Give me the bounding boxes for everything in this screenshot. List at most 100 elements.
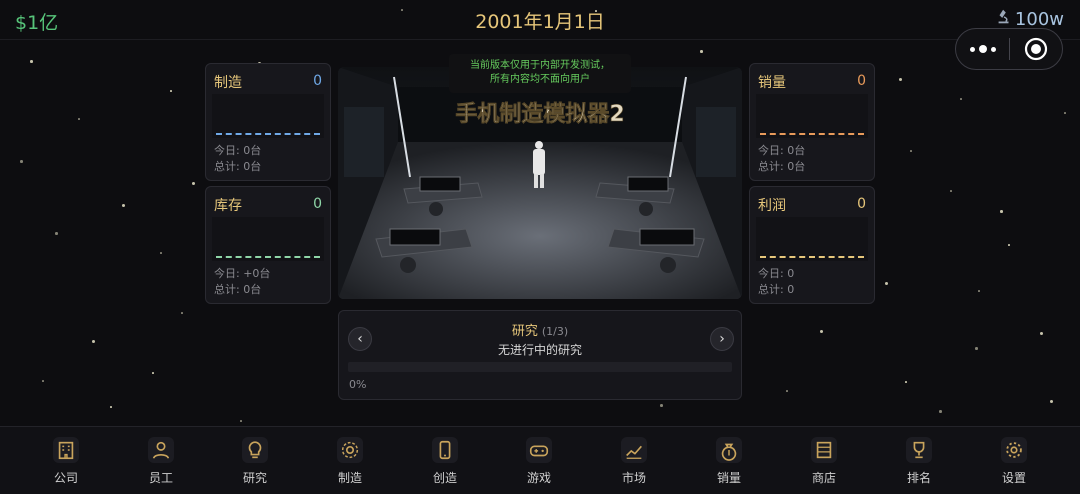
- star: [1008, 244, 1010, 246]
- nav-label: 商店: [811, 471, 836, 485]
- nav-store[interactable]: 商店: [777, 427, 871, 494]
- star: [181, 312, 183, 314]
- nav-create[interactable]: 创造: [398, 427, 492, 494]
- nav-settings[interactable]: 设置: [967, 427, 1061, 494]
- star: [910, 150, 912, 152]
- research-panel: ‹ 研究 (1/3) 无进行中的研究 › 0%: [338, 310, 742, 400]
- star: [20, 160, 23, 163]
- card-title: 制造: [214, 75, 242, 91]
- star: [1000, 210, 1003, 213]
- top-status-bar: $1亿 2001年1月1日 100w: [0, 0, 1080, 40]
- star: [92, 340, 95, 343]
- research-title-row: 研究 (1/3): [339, 320, 741, 339]
- card-total: 总计: 0台: [758, 160, 806, 173]
- person-icon: [148, 437, 174, 463]
- research-next-button[interactable]: ›: [710, 327, 734, 351]
- star: [1040, 332, 1043, 335]
- star: [42, 380, 44, 382]
- nav-label: 市场: [621, 471, 646, 485]
- research-progress-label: 0%: [349, 378, 367, 391]
- nav-company[interactable]: 公司: [19, 427, 113, 494]
- card-value: 0: [313, 73, 322, 89]
- star: [170, 90, 172, 92]
- store-icon: [811, 437, 837, 463]
- research-progress-bar: [348, 362, 732, 372]
- bottom-navigation: 公司 员工 研究 制造 创造 游戏 市场 销量 商店 排名 设置: [0, 426, 1080, 494]
- nav-ranking[interactable]: 排名: [872, 427, 966, 494]
- miniprogram-capsule: [955, 28, 1063, 70]
- star: [899, 78, 902, 81]
- inventory-card[interactable]: 库存 0 今日: +0台 总计: 0台: [205, 186, 331, 304]
- card-title: 库存: [214, 198, 242, 214]
- card-graph: [212, 217, 324, 261]
- card-graph: [756, 94, 868, 138]
- graph-line: [216, 256, 320, 258]
- card-total: 总计: 0台: [214, 160, 262, 173]
- fans-value: 100w: [1014, 9, 1064, 30]
- card-today: 今日: 0台: [214, 144, 262, 157]
- star: [786, 390, 788, 392]
- more-dots-icon[interactable]: [956, 29, 1009, 69]
- dev-notice: 当前版本仅用于内部开发测试， 所有内容均不面向用户: [449, 54, 631, 93]
- building-icon: [53, 437, 79, 463]
- star: [1050, 400, 1053, 403]
- star: [939, 410, 942, 413]
- office-scene: 手机制造模拟器2: [338, 67, 742, 299]
- card-value: 0: [857, 196, 866, 212]
- star: [122, 204, 125, 207]
- star: [700, 50, 703, 53]
- nav-label: 排名: [906, 471, 931, 485]
- money-bag-icon: [716, 437, 742, 463]
- settings-icon: [1001, 437, 1027, 463]
- trophy-icon: [906, 437, 932, 463]
- star: [978, 290, 980, 292]
- star: [905, 381, 907, 383]
- manufacture-card[interactable]: 制造 0 今日: 0台 总计: 0台: [205, 63, 331, 181]
- star: [78, 118, 80, 120]
- star: [30, 60, 33, 63]
- star: [240, 420, 242, 422]
- research-title: 研究: [511, 324, 538, 339]
- nav-staff[interactable]: 员工: [114, 427, 208, 494]
- star: [950, 190, 952, 192]
- star: [55, 232, 58, 235]
- nav-label: 研究: [242, 471, 267, 485]
- target-circle-icon[interactable]: [1010, 29, 1062, 69]
- nav-label: 员工: [148, 471, 173, 485]
- graph-line: [216, 133, 320, 135]
- star: [975, 347, 978, 350]
- card-title: 利润: [758, 198, 786, 214]
- nav-label: 公司: [53, 471, 78, 485]
- star: [152, 372, 154, 374]
- scene-title: 手机制造模拟器2: [455, 102, 624, 127]
- game-date: 2001年1月1日: [475, 11, 605, 33]
- card-graph: [756, 217, 868, 261]
- star: [820, 330, 823, 333]
- nav-manufacture[interactable]: 制造: [303, 427, 397, 494]
- research-status: 无进行中的研究: [497, 343, 582, 357]
- nav-label: 创造: [432, 471, 457, 485]
- card-today: 今日: +0台: [214, 267, 271, 280]
- research-count: (1/3): [541, 325, 569, 338]
- nav-games[interactable]: 游戏: [492, 427, 586, 494]
- nav-sales[interactable]: 销量: [682, 427, 776, 494]
- card-total: 总计: 0台: [214, 283, 262, 296]
- card-value: 0: [313, 196, 322, 212]
- sales-card[interactable]: 销量 0 今日: 0台 总计: 0台: [749, 63, 875, 181]
- phone-icon: [432, 437, 458, 463]
- profit-card[interactable]: 利润 0 今日: 0 总计: 0: [749, 186, 875, 304]
- card-today: 今日: 0: [758, 267, 795, 280]
- nav-market[interactable]: 市场: [587, 427, 681, 494]
- star: [660, 404, 663, 407]
- star: [1064, 112, 1066, 114]
- gear-icon: [337, 437, 363, 463]
- notice-line-2: 所有内容均不面向用户: [490, 74, 590, 85]
- graph-line: [760, 256, 864, 258]
- notice-line-1: 当前版本仅用于内部开发测试，: [470, 60, 610, 71]
- card-today: 今日: 0台: [758, 144, 806, 157]
- star: [192, 182, 195, 185]
- lightbulb-icon: [242, 437, 268, 463]
- graph-line: [760, 133, 864, 135]
- nav-research[interactable]: 研究: [208, 427, 302, 494]
- star: [885, 282, 888, 285]
